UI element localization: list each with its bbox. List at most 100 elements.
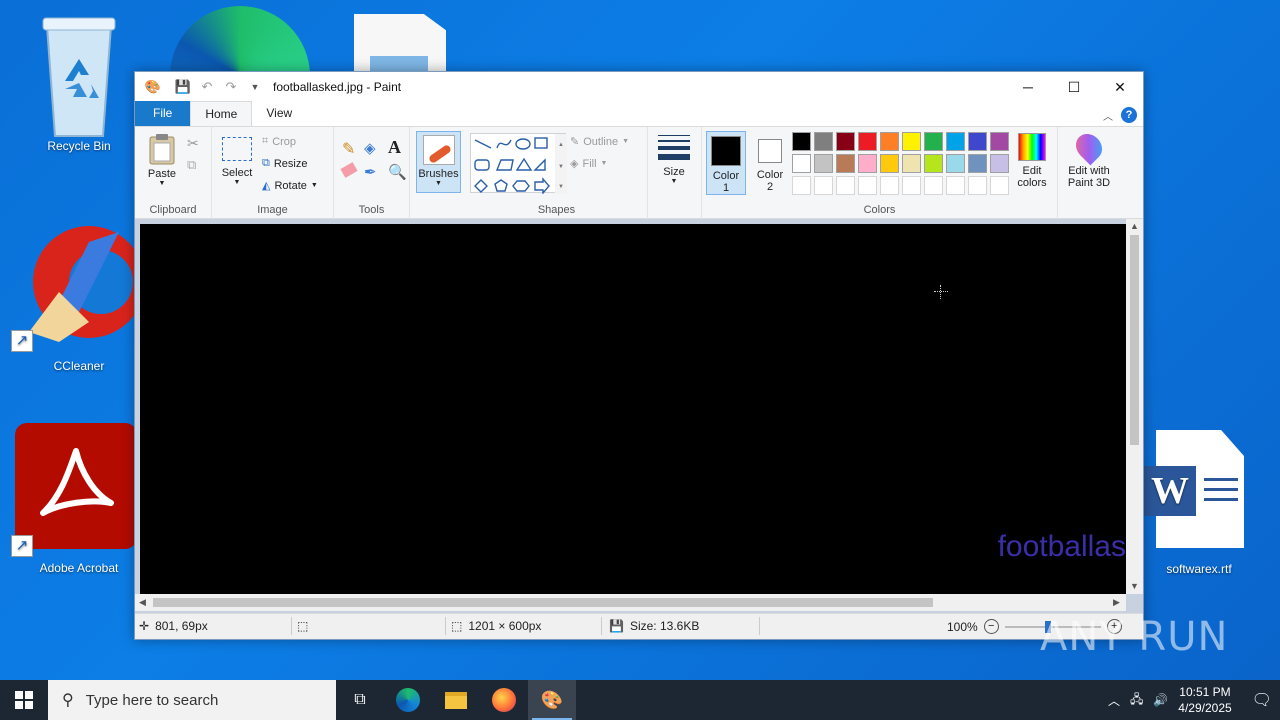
desktop-icon-ccleaner[interactable]: ↗ CCleaner xyxy=(11,222,145,373)
paste-button[interactable]: Paste ▼ xyxy=(147,133,177,187)
crop-button[interactable]: ⌗ Crop xyxy=(262,135,296,148)
fill-button[interactable]: ◈ Fill ▼ xyxy=(570,157,607,171)
help-icon[interactable]: ? xyxy=(1121,107,1137,123)
volume-icon[interactable]: 🔊 xyxy=(1153,693,1168,707)
select-button[interactable]: Select ▼ xyxy=(220,137,254,186)
quick-access-toolbar: 🎨 💾 ↶ ↷ ▼ xyxy=(135,77,265,97)
resize-button[interactable]: ⧉ Resize xyxy=(262,157,307,170)
eraser-icon[interactable] xyxy=(340,162,358,178)
text-tool-icon[interactable]: A xyxy=(388,137,401,158)
save-icon[interactable]: 💾 xyxy=(173,77,193,97)
palette-swatch[interactable] xyxy=(902,154,921,173)
minimize-button[interactable]: ─ xyxy=(1005,72,1051,102)
taskbar-file-explorer[interactable] xyxy=(432,680,480,720)
edit-with-paint3d-button[interactable]: Edit with Paint 3D xyxy=(1060,128,1118,189)
customize-qa-icon[interactable]: ▼ xyxy=(245,77,265,97)
image-file-desktop-icon-partial[interactable] xyxy=(354,14,446,72)
close-button[interactable]: ✕ xyxy=(1097,72,1143,102)
start-button[interactable] xyxy=(0,680,48,720)
magnifier-icon[interactable]: 🔍 xyxy=(388,163,407,181)
scroll-up-icon[interactable]: ▲ xyxy=(1130,221,1139,231)
palette-swatch[interactable] xyxy=(924,154,943,173)
edit-colors-button[interactable]: Edit colors xyxy=(1012,133,1052,189)
palette-swatch[interactable] xyxy=(836,154,855,173)
palette-swatch[interactable] xyxy=(924,132,943,151)
palette-swatch[interactable] xyxy=(858,176,877,195)
resize-icon: ⧉ xyxy=(262,157,270,169)
shapes-gallery[interactable]: ▲ ▼ ▼ xyxy=(470,133,567,195)
palette-swatch[interactable] xyxy=(946,132,965,151)
taskbar-paint[interactable]: 🎨 xyxy=(528,680,576,720)
desktop-icon-adobe-acrobat[interactable]: ↗ Adobe Acrobat xyxy=(11,423,137,575)
palette-swatch[interactable] xyxy=(968,132,987,151)
color2-button[interactable]: Color 2 xyxy=(750,131,790,195)
palette-swatch[interactable] xyxy=(946,154,965,173)
undo-icon[interactable]: ↶ xyxy=(197,77,217,97)
show-hidden-icons-icon[interactable]: ︿ xyxy=(1108,692,1120,709)
taskbar-edge[interactable] xyxy=(384,680,432,720)
vertical-scroll-thumb[interactable] xyxy=(1130,235,1139,445)
zoom-out-icon[interactable]: − xyxy=(983,619,999,634)
tab-home[interactable]: Home xyxy=(190,101,253,126)
notifications-icon[interactable]: 🗨 xyxy=(1252,690,1272,710)
palette-swatch[interactable] xyxy=(946,176,965,195)
clock[interactable]: 10:51 PM 4/29/2025 xyxy=(1178,684,1231,716)
palette-swatch[interactable] xyxy=(902,132,921,151)
vertical-scrollbar[interactable]: ▲ ▼ xyxy=(1126,219,1143,594)
taskbar-firefox[interactable] xyxy=(480,680,528,720)
palette-swatch[interactable] xyxy=(836,176,855,195)
scroll-left-icon[interactable]: ◀ xyxy=(139,597,146,608)
palette-swatch[interactable] xyxy=(792,154,811,173)
palette-swatch[interactable] xyxy=(814,176,833,195)
crop-icon: ⌗ xyxy=(262,135,269,147)
palette-swatch[interactable] xyxy=(858,132,877,151)
fill-bucket-icon[interactable]: ◈ xyxy=(364,139,376,157)
palette-swatch[interactable] xyxy=(858,154,877,173)
scroll-right-icon[interactable]: ▶ xyxy=(1113,597,1120,608)
palette-swatch[interactable] xyxy=(880,176,899,195)
collapse-ribbon-icon[interactable]: ︿ xyxy=(1103,108,1113,123)
horizontal-scroll-thumb[interactable] xyxy=(153,598,933,607)
paste-label: Paste xyxy=(147,168,177,180)
task-view-button[interactable]: ⧉ xyxy=(336,680,384,720)
desktop-icon-softwarex[interactable]: W softwarex.rtf xyxy=(1139,430,1259,576)
palette-swatch[interactable] xyxy=(792,176,811,195)
pencil-icon[interactable]: ✎ xyxy=(342,139,355,159)
copy-icon[interactable]: ⧉ xyxy=(187,157,196,173)
cut-icon[interactable]: ✂ xyxy=(187,135,199,152)
palette-swatch[interactable] xyxy=(968,154,987,173)
palette-swatch[interactable] xyxy=(990,132,1009,151)
tab-file[interactable]: File xyxy=(135,101,191,126)
palette-swatch[interactable] xyxy=(968,176,987,195)
rotate-button[interactable]: ◭ Rotate ▼ xyxy=(262,179,318,193)
palette-swatch[interactable] xyxy=(814,154,833,173)
outline-label: Outline xyxy=(583,135,619,148)
palette-swatch[interactable] xyxy=(792,132,811,151)
edge-desktop-icon-partial[interactable] xyxy=(170,6,310,72)
taskbar-search-box[interactable]: ⚲ Type here to search xyxy=(48,680,336,720)
redo-icon[interactable]: ↷ xyxy=(221,77,241,97)
palette-swatch[interactable] xyxy=(880,132,899,151)
tab-view[interactable]: View xyxy=(252,101,306,126)
outline-button[interactable]: ✎ Outline ▼ xyxy=(570,135,629,149)
palette-swatch[interactable] xyxy=(924,176,943,195)
drawing-canvas[interactable]: footballas xyxy=(140,224,1126,596)
palette-swatch[interactable] xyxy=(836,132,855,151)
palette-swatch[interactable] xyxy=(902,176,921,195)
color1-button[interactable]: Color 1 xyxy=(706,131,746,195)
colors-group: Color 1 Color 2 Edit colors Colors xyxy=(702,127,1058,219)
palette-swatch[interactable] xyxy=(990,154,1009,173)
palette-swatch[interactable] xyxy=(880,154,899,173)
clock-time: 10:51 PM xyxy=(1179,685,1231,699)
brushes-button[interactable]: Brushes ▼ xyxy=(416,131,461,193)
desktop-icon-recycle-bin[interactable]: Recycle Bin xyxy=(19,14,139,153)
palette-swatch[interactable] xyxy=(990,176,1009,195)
scroll-down-icon[interactable]: ▼ xyxy=(1130,581,1139,591)
horizontal-scrollbar[interactable]: ◀ ▶ xyxy=(135,594,1126,611)
palette-swatch[interactable] xyxy=(814,132,833,151)
network-icon[interactable]: 🖧 xyxy=(1130,690,1143,711)
maximize-button[interactable]: ☐ xyxy=(1051,72,1097,102)
window-controls: ─ ☐ ✕ xyxy=(1005,72,1143,102)
size-button[interactable]: Size ▼ xyxy=(657,133,691,185)
color-picker-icon[interactable]: ✒ xyxy=(364,163,377,181)
